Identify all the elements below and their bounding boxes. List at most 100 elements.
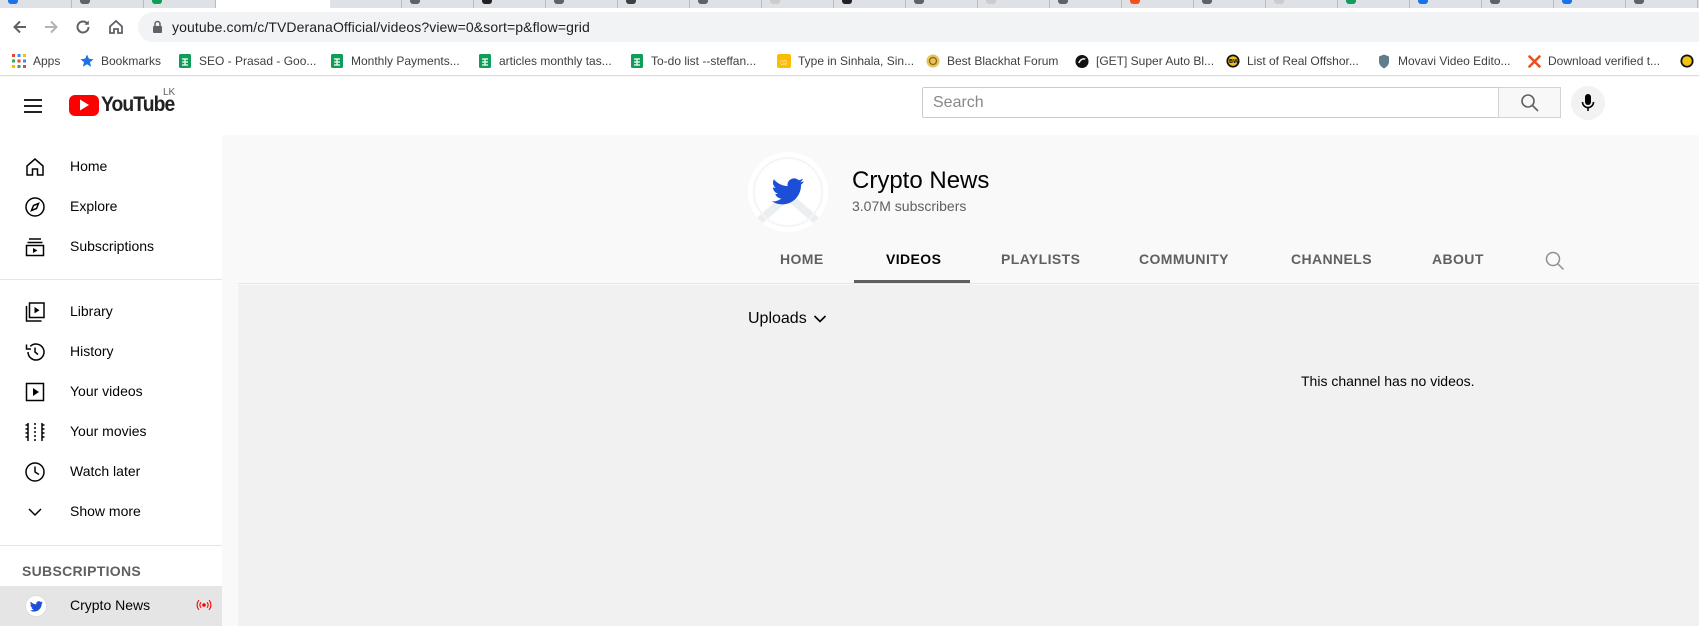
sidebar-item-label: Your movies [70, 423, 147, 439]
browser-tab[interactable] [1050, 0, 1122, 8]
bookmark-overflow[interactable] [1680, 52, 1699, 70]
browser-tab[interactable] [72, 0, 144, 8]
browser-tab[interactable] [618, 0, 690, 8]
bookmark-bookmarks[interactable]: Bookmarks [80, 52, 161, 70]
browser-tab[interactable] [1338, 0, 1410, 8]
bhw-icon [926, 54, 940, 68]
back-button[interactable] [7, 14, 33, 40]
movies-icon [23, 420, 47, 444]
tab-channels[interactable]: CHANNELS [1291, 251, 1372, 267]
sidebar-item-your-videos[interactable]: Your videos [0, 372, 222, 412]
bookmark-apps[interactable]: Apps [12, 52, 60, 70]
browser-tab[interactable] [978, 0, 1050, 8]
microphone-icon [1581, 94, 1595, 111]
browser-tab[interactable] [474, 0, 546, 8]
browser-tab[interactable] [906, 0, 978, 8]
bookmark-label: List of Real Offshor... [1247, 54, 1359, 68]
reload-icon [76, 20, 90, 34]
sidebar-subscription-crypto-news[interactable]: Crypto News [0, 586, 222, 626]
browser-tab[interactable] [402, 0, 474, 8]
bookmark-articles-monthly[interactable]: articles monthly tas... [478, 52, 612, 70]
url-text: youtube.com/c/TVDeranaOfficial/videos?vi… [172, 19, 590, 35]
browser-tab[interactable] [1626, 0, 1698, 8]
browser-tab[interactable] [834, 0, 906, 8]
forward-button[interactable] [38, 14, 64, 40]
bookmark-label: SEO - Prasad - Goo... [199, 54, 317, 68]
bookmark-download-verified[interactable]: Download verified t... [1527, 52, 1660, 70]
tab-about[interactable]: ABOUT [1432, 251, 1484, 267]
uploads-sort-dropdown[interactable]: Uploads [748, 310, 827, 328]
browser-tab[interactable] [144, 0, 216, 8]
browser-tab[interactable] [690, 0, 762, 8]
browser-tab[interactable] [1194, 0, 1266, 8]
arrow-left-icon [13, 20, 26, 34]
sidebar-item-label: Your videos [70, 383, 143, 399]
search-icon [1545, 251, 1565, 271]
browser-tab[interactable] [1554, 0, 1626, 8]
apps-grid-icon [12, 54, 26, 68]
browser-tab-active[interactable] [216, 0, 330, 8]
sheets-icon [178, 54, 192, 68]
bookmark-label: articles monthly tas... [499, 54, 612, 68]
browser-tab[interactable] [762, 0, 834, 8]
browser-tab[interactable] [0, 0, 72, 8]
bookmark-label: Type in Sinhala, Sin... [798, 54, 915, 68]
your-videos-icon [23, 380, 47, 404]
browser-tab[interactable] [1266, 0, 1338, 8]
twitter-bird-icon [29, 600, 43, 612]
tab-home[interactable]: HOME [780, 251, 824, 267]
movavi-icon [1377, 54, 1391, 68]
guide-menu-button[interactable] [20, 93, 46, 119]
channel-header: Crypto News 3.07M subscribers HOME VIDEO… [238, 135, 1699, 284]
channel-avatar [25, 595, 47, 617]
sidebar-item-watch-later[interactable]: Watch later [0, 452, 222, 492]
browser-tab[interactable] [1410, 0, 1482, 8]
sidebar-item-explore[interactable]: Explore [0, 187, 222, 227]
home-button[interactable] [103, 14, 129, 40]
channel-name: Crypto News [852, 167, 990, 194]
sidebar-item-label: Show more [70, 503, 141, 519]
search-button[interactable] [1498, 87, 1561, 118]
bookmark-monthly-payments[interactable]: Monthly Payments... [330, 52, 460, 70]
svg-text:BW: BW [1229, 59, 1240, 65]
sidebar-item-label: Crypto News [70, 597, 151, 613]
sidebar-item-show-more[interactable]: Show more [0, 492, 222, 532]
browser-tab[interactable] [1122, 0, 1194, 8]
sidebar-item-your-movies[interactable]: Your movies [0, 412, 222, 452]
sidebar-item-home[interactable]: Home [0, 147, 222, 187]
address-bar[interactable]: youtube.com/c/TVDeranaOfficial/videos?vi… [138, 12, 1699, 42]
bookmark-movavi[interactable]: Movavi Video Edito... [1377, 52, 1511, 70]
search-icon [1520, 93, 1539, 112]
bookmark-real-offshore[interactable]: BW List of Real Offshor... [1226, 52, 1359, 70]
tab-playlists[interactable]: PLAYLISTS [1001, 251, 1080, 267]
sidebar-item-subscriptions[interactable]: Subscriptions [0, 227, 222, 267]
subscriptions-icon [23, 235, 47, 259]
bookmark-type-in-sinhala[interactable]: ශ Type in Sinhala, Sin... [777, 52, 914, 70]
browser-tab[interactable] [1482, 0, 1554, 8]
bookmark-todo-list[interactable]: To-do list --steffan... [630, 52, 756, 70]
compass-icon [23, 195, 47, 219]
uploads-label: Uploads [748, 310, 807, 327]
youtube-logo[interactable]: YouTube LK [69, 87, 181, 117]
voice-search-button[interactable] [1571, 86, 1605, 120]
sidebar-item-history[interactable]: History [0, 332, 222, 372]
live-icon [196, 598, 212, 617]
bookmark-blackhat-forum[interactable]: Best Blackhat Forum [926, 52, 1058, 70]
sidebar-item-library[interactable]: Library [0, 292, 222, 332]
bookmark-seo-prasad[interactable]: SEO - Prasad - Goo... [178, 52, 316, 70]
tab-videos[interactable]: VIDEOS [886, 251, 941, 267]
search-box[interactable] [922, 87, 1499, 118]
bookmark-label: Bookmarks [101, 54, 162, 68]
star-icon [80, 54, 94, 68]
browser-tab[interactable] [330, 0, 402, 8]
bookmark-super-auto-blog[interactable]: [GET] Super Auto Bl... [1075, 52, 1214, 70]
channel-search-button[interactable] [1544, 250, 1566, 272]
reload-button[interactable] [70, 14, 96, 40]
library-icon [23, 300, 47, 324]
youtube-play-icon [69, 94, 99, 116]
tab-community[interactable]: COMMUNITY [1139, 251, 1229, 267]
search-input[interactable] [923, 88, 1498, 117]
sidebar-item-label: Explore [70, 198, 118, 214]
chevron-down-icon [23, 500, 47, 524]
browser-tab[interactable] [546, 0, 618, 8]
